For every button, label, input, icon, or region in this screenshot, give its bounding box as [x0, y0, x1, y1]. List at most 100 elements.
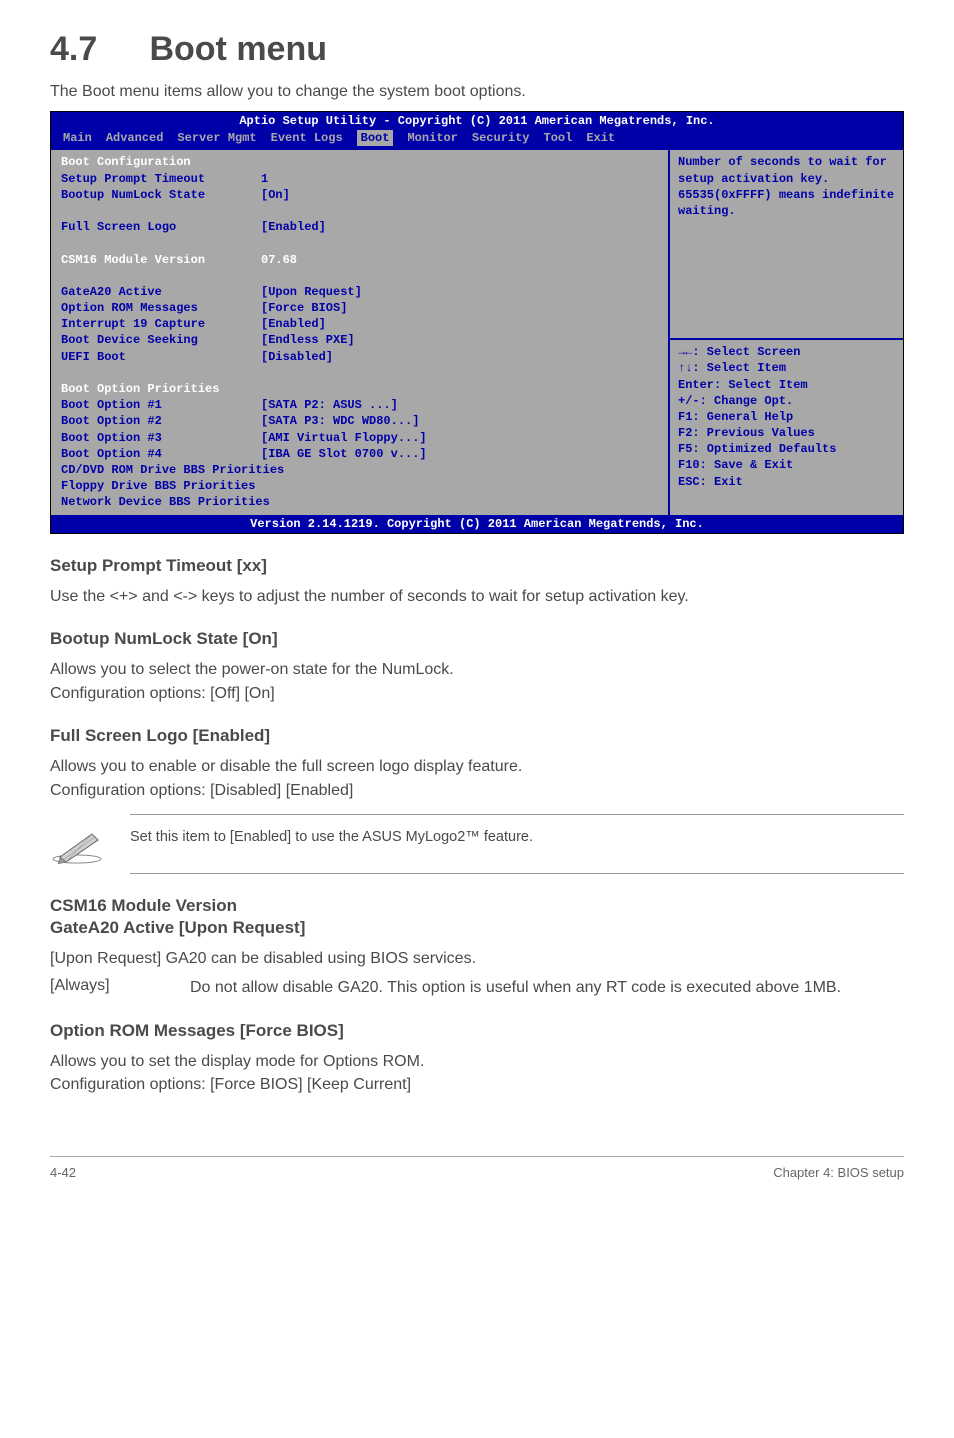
option-label: [Always] — [50, 977, 190, 999]
bios-setting-row[interactable]: Setup Prompt Timeout 1 — [61, 171, 658, 187]
bios-boot-option[interactable]: Boot Option #2 [SATA P3: WDC WD80...] — [61, 413, 658, 429]
body-paragraph: Allows you to select the power-on state … — [50, 659, 904, 681]
bios-tab-main[interactable]: Main — [63, 130, 92, 146]
page-section-heading: 4.7 Boot menu — [50, 30, 904, 69]
boot-option-value: [SATA P3: WDC WD80...] — [261, 413, 419, 429]
option-description: Do not allow disable GA20. This option i… — [190, 977, 904, 999]
bios-main-panel: Boot Configuration Setup Prompt Timeout … — [51, 150, 668, 514]
bbs-priority-item[interactable]: Network Device BBS Priorities — [61, 494, 658, 510]
spacer — [61, 235, 658, 251]
nav-hint: →←: Select Screen — [678, 344, 895, 360]
bios-boot-option[interactable]: Boot Option #4 [IBA GE Slot 0700 v...] — [61, 446, 658, 462]
setting-value: [Disabled] — [261, 349, 333, 365]
bios-screenshot: Aptio Setup Utility - Copyright (C) 2011… — [50, 111, 904, 534]
section-number: 4.7 — [50, 30, 140, 69]
nav-hint: F1: General Help — [678, 409, 895, 425]
body-paragraph: Allows you to set the display mode for O… — [50, 1051, 904, 1073]
boot-option-value: [SATA P2: ASUS ...] — [261, 397, 398, 413]
nav-hint: F2: Previous Values — [678, 425, 895, 441]
nav-hint: F5: Optimized Defaults — [678, 441, 895, 457]
bios-setting-row[interactable]: GateA20 Active [Upon Request] — [61, 284, 658, 300]
subsection-heading: Bootup NumLock State [On] — [50, 629, 904, 649]
note-text: Set this item to [Enabled] to use the AS… — [130, 814, 904, 874]
body-paragraph: Allows you to enable or disable the full… — [50, 756, 904, 778]
bios-tab-monitor[interactable]: Monitor — [407, 130, 457, 146]
setting-label: Interrupt 19 Capture — [61, 316, 261, 332]
body-paragraph: Configuration options: [Off] [On] — [50, 683, 904, 705]
setting-value: [Upon Request] — [261, 284, 362, 300]
pencil-icon — [50, 824, 105, 864]
spacer — [61, 203, 658, 219]
boot-option-value: [IBA GE Slot 0700 v...] — [261, 446, 427, 462]
setting-label: CSM16 Module Version — [61, 252, 261, 268]
intro-paragraph: The Boot menu items allow you to change … — [50, 83, 904, 101]
bios-setting-row[interactable]: Bootup NumLock State [On] — [61, 187, 658, 203]
nav-hint: Enter: Select Item — [678, 377, 895, 393]
bios-config-title: Boot Configuration — [61, 154, 658, 170]
bios-setting-row[interactable]: Full Screen Logo [Enabled] — [61, 219, 658, 235]
subsection-heading: Full Screen Logo [Enabled] — [50, 726, 904, 746]
bios-tab-bar: Main Advanced Server Mgmt Event Logs Boo… — [51, 130, 903, 148]
body-paragraph: Configuration options: [Disabled] [Enabl… — [50, 780, 904, 802]
setting-value: [Enabled] — [261, 219, 326, 235]
setting-value: [On] — [261, 187, 290, 203]
page-number: 4-42 — [50, 1165, 76, 1180]
bios-help-text: Number of seconds to wait for setup acti… — [678, 154, 895, 219]
bios-header: Aptio Setup Utility - Copyright (C) 2011… — [51, 112, 903, 130]
bios-boot-option[interactable]: Boot Option #3 [AMI Virtual Floppy...] — [61, 430, 658, 446]
subsection-heading: Option ROM Messages [Force BIOS] — [50, 1021, 904, 1041]
setting-label: UEFI Boot — [61, 349, 261, 365]
setting-value: [Endless PXE] — [261, 332, 355, 348]
nav-hint: ESC: Exit — [678, 474, 895, 490]
setting-label: Bootup NumLock State — [61, 187, 261, 203]
setting-label: Boot Device Seeking — [61, 332, 261, 348]
subsection-heading: CSM16 Module Version — [50, 896, 904, 916]
page-footer: 4-42 Chapter 4: BIOS setup — [50, 1156, 904, 1180]
bios-tab-event-logs[interactable]: Event Logs — [271, 130, 343, 146]
setting-value: 1 — [261, 171, 268, 187]
bios-setting-row[interactable]: Boot Device Seeking [Endless PXE] — [61, 332, 658, 348]
subsection-heading: Setup Prompt Timeout [xx] — [50, 556, 904, 576]
setting-value: [Enabled] — [261, 316, 326, 332]
bbs-priority-item[interactable]: CD/DVD ROM Drive BBS Priorities — [61, 462, 658, 478]
setting-label: Full Screen Logo — [61, 219, 261, 235]
body-paragraph: [Upon Request] GA20 can be disabled usin… — [50, 948, 904, 970]
bios-tab-server-mgmt[interactable]: Server Mgmt — [177, 130, 256, 146]
bios-setting-row[interactable]: Interrupt 19 Capture [Enabled] — [61, 316, 658, 332]
nav-hint: ↑↓: Select Item — [678, 360, 895, 376]
nav-hint: F10: Save & Exit — [678, 457, 895, 473]
bios-priorities-title: Boot Option Priorities — [61, 381, 658, 397]
bios-tab-security[interactable]: Security — [472, 130, 530, 146]
spacer — [61, 268, 658, 284]
bios-setting-row[interactable]: Option ROM Messages [Force BIOS] — [61, 300, 658, 316]
bios-tab-advanced[interactable]: Advanced — [106, 130, 164, 146]
bios-tab-boot[interactable]: Boot — [357, 130, 394, 146]
divider — [670, 338, 903, 340]
setting-label: GateA20 Active — [61, 284, 261, 300]
option-row: [Always] Do not allow disable GA20. This… — [50, 977, 904, 999]
setting-value: 07.68 — [261, 252, 297, 268]
bios-setting-row: CSM16 Module Version 07.68 — [61, 252, 658, 268]
boot-option-label: Boot Option #1 — [61, 397, 261, 413]
subsection-heading: GateA20 Active [Upon Request] — [50, 918, 904, 938]
boot-option-label: Boot Option #2 — [61, 413, 261, 429]
bbs-priority-item[interactable]: Floppy Drive BBS Priorities — [61, 478, 658, 494]
boot-option-value: [AMI Virtual Floppy...] — [261, 430, 427, 446]
setting-label: Option ROM Messages — [61, 300, 261, 316]
bios-help-panel: Number of seconds to wait for setup acti… — [668, 150, 903, 514]
bios-tab-exit[interactable]: Exit — [586, 130, 615, 146]
nav-hint: +/-: Change Opt. — [678, 393, 895, 409]
boot-option-label: Boot Option #4 — [61, 446, 261, 462]
body-paragraph: Configuration options: [Force BIOS] [Kee… — [50, 1074, 904, 1096]
bios-boot-option[interactable]: Boot Option #1 [SATA P2: ASUS ...] — [61, 397, 658, 413]
note-block: Set this item to [Enabled] to use the AS… — [50, 814, 904, 874]
chapter-label: Chapter 4: BIOS setup — [773, 1165, 904, 1180]
boot-option-label: Boot Option #3 — [61, 430, 261, 446]
section-title: Boot menu — [149, 30, 327, 68]
spacer — [61, 365, 658, 381]
bios-footer: Version 2.14.1219. Copyright (C) 2011 Am… — [51, 515, 903, 533]
body-paragraph: Use the <+> and <-> keys to adjust the n… — [50, 586, 904, 608]
setting-label: Setup Prompt Timeout — [61, 171, 261, 187]
bios-tab-tool[interactable]: Tool — [544, 130, 573, 146]
bios-setting-row[interactable]: UEFI Boot [Disabled] — [61, 349, 658, 365]
